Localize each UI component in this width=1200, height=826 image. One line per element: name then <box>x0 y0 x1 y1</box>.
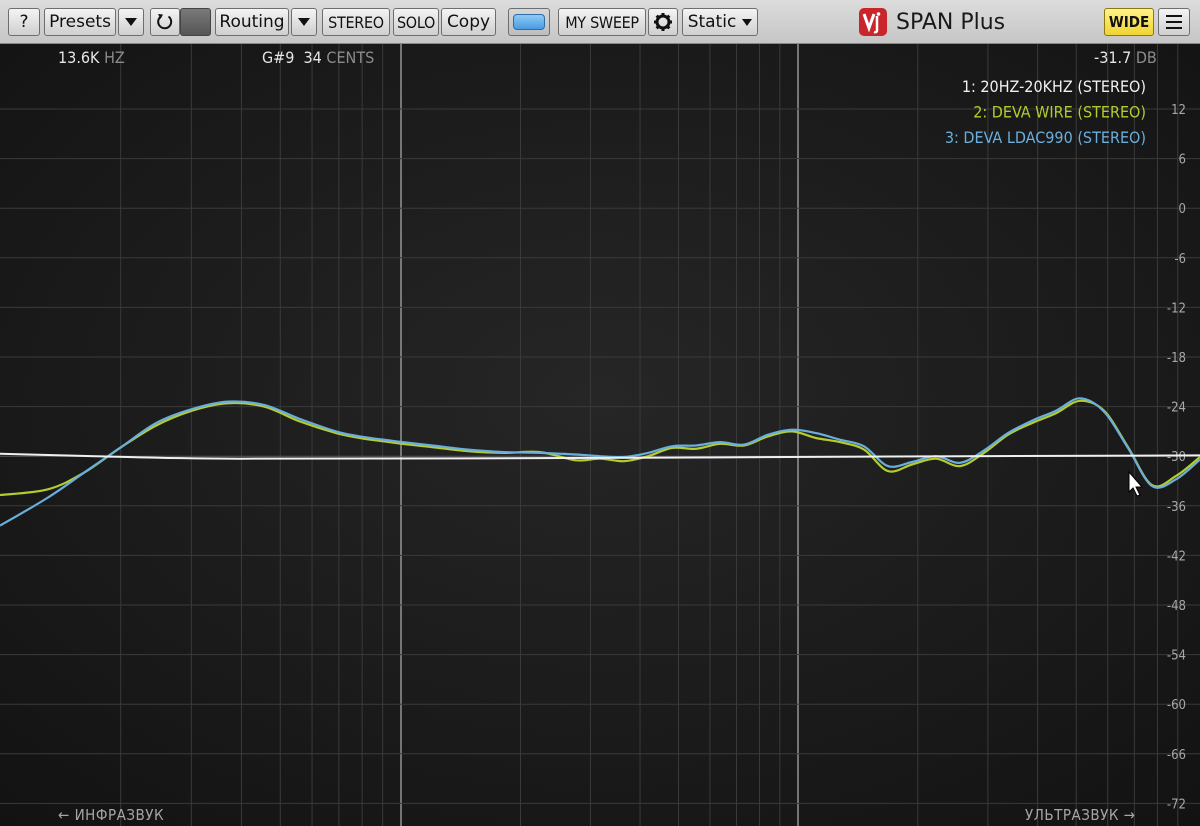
level-tick-label: 0 <box>1179 202 1186 217</box>
note-readout: G#9 34 CENTS <box>262 48 374 67</box>
level-tick-label: -24 <box>1167 401 1186 416</box>
settings-button[interactable] <box>648 8 678 36</box>
level-tick-label: -18 <box>1167 351 1186 366</box>
copy-button[interactable]: Copy <box>441 8 496 36</box>
reset-button[interactable] <box>150 8 180 36</box>
cents-value: 34 <box>303 48 322 67</box>
brand: SPAN Plus <box>858 7 1005 37</box>
level-tick-label: 6 <box>1179 153 1186 168</box>
frequency-value: 13.6K <box>58 48 100 67</box>
frequency-readout: 13.6K HZ <box>58 48 125 67</box>
ultrasound-label: УЛЬТРАЗВУК → <box>1025 806 1136 824</box>
legend-item-2[interactable]: 2: DEVA WIRE (STEREO) <box>973 103 1146 122</box>
mode-label: Static <box>687 12 737 32</box>
level-tick-label: -42 <box>1167 549 1186 564</box>
undo-icon <box>157 14 173 30</box>
span-plus-window: ? Presets Routing STEREO SOLO Copy MY SW… <box>0 0 1200 826</box>
record-toggle-button[interactable] <box>180 8 211 36</box>
cents-unit: CENTS <box>326 48 375 67</box>
level-tick-label: -30 <box>1167 450 1186 465</box>
level-tick-label: 12 <box>1171 103 1186 118</box>
presets-dropdown-button[interactable] <box>118 8 144 36</box>
level-tick-label: -6 <box>1174 252 1186 267</box>
level-unit: DB <box>1135 48 1157 67</box>
legend-item-3[interactable]: 3: DEVA LDAC990 (STEREO) <box>945 128 1146 147</box>
note-value: G#9 <box>262 48 295 67</box>
legend: 1: 20HZ-20KHZ (STEREO) 2: DEVA WIRE (STER… <box>945 77 1146 147</box>
chevron-down-icon <box>298 18 310 26</box>
level-readout: -31.7 DB <box>1094 48 1157 67</box>
color-swatch-icon <box>513 14 545 30</box>
hamburger-menu-icon <box>1166 15 1182 29</box>
mode-dropdown[interactable]: Static <box>682 8 758 36</box>
level-tick-label: -60 <box>1167 698 1186 713</box>
brand-title: SPAN Plus <box>896 9 1006 35</box>
spectrum-chart[interactable]: 1260-6-12-18-24-30-36-42-48-54-60-66-72 … <box>0 44 1200 826</box>
chart-background <box>0 44 1200 826</box>
gear-icon <box>654 13 672 31</box>
level-tick-label: -54 <box>1167 649 1186 664</box>
level-tick-label: -48 <box>1167 599 1186 614</box>
level-tick-label: -66 <box>1167 748 1186 763</box>
color-toggle-button[interactable] <box>508 8 550 36</box>
chevron-down-icon <box>742 18 753 26</box>
wide-button[interactable]: WIDE <box>1104 8 1154 36</box>
level-tick-label: -36 <box>1167 500 1186 515</box>
level-tick-label: -12 <box>1167 301 1186 316</box>
voxengo-logo-icon <box>859 8 887 36</box>
help-button[interactable]: ? <box>8 8 40 36</box>
menu-button[interactable] <box>1158 8 1190 36</box>
solo-button[interactable]: SOLO <box>393 8 439 36</box>
infrasound-label: ← ИНФРАЗВУК <box>58 806 165 824</box>
stereo-button[interactable]: STEREO <box>322 8 390 36</box>
level-value: -31.7 <box>1094 48 1132 67</box>
frequency-unit: HZ <box>104 48 125 67</box>
routing-dropdown-button[interactable] <box>291 8 317 36</box>
presets-button[interactable]: Presets <box>44 8 116 36</box>
legend-item-1[interactable]: 1: 20HZ-20KHZ (STEREO) <box>962 77 1146 96</box>
toolbar: ? Presets Routing STEREO SOLO Copy MY SW… <box>0 0 1200 44</box>
routing-button[interactable]: Routing <box>215 8 289 36</box>
chevron-down-icon <box>125 18 137 26</box>
my-sweep-button[interactable]: MY SWEEP <box>558 8 646 36</box>
level-tick-label: -72 <box>1167 797 1186 812</box>
